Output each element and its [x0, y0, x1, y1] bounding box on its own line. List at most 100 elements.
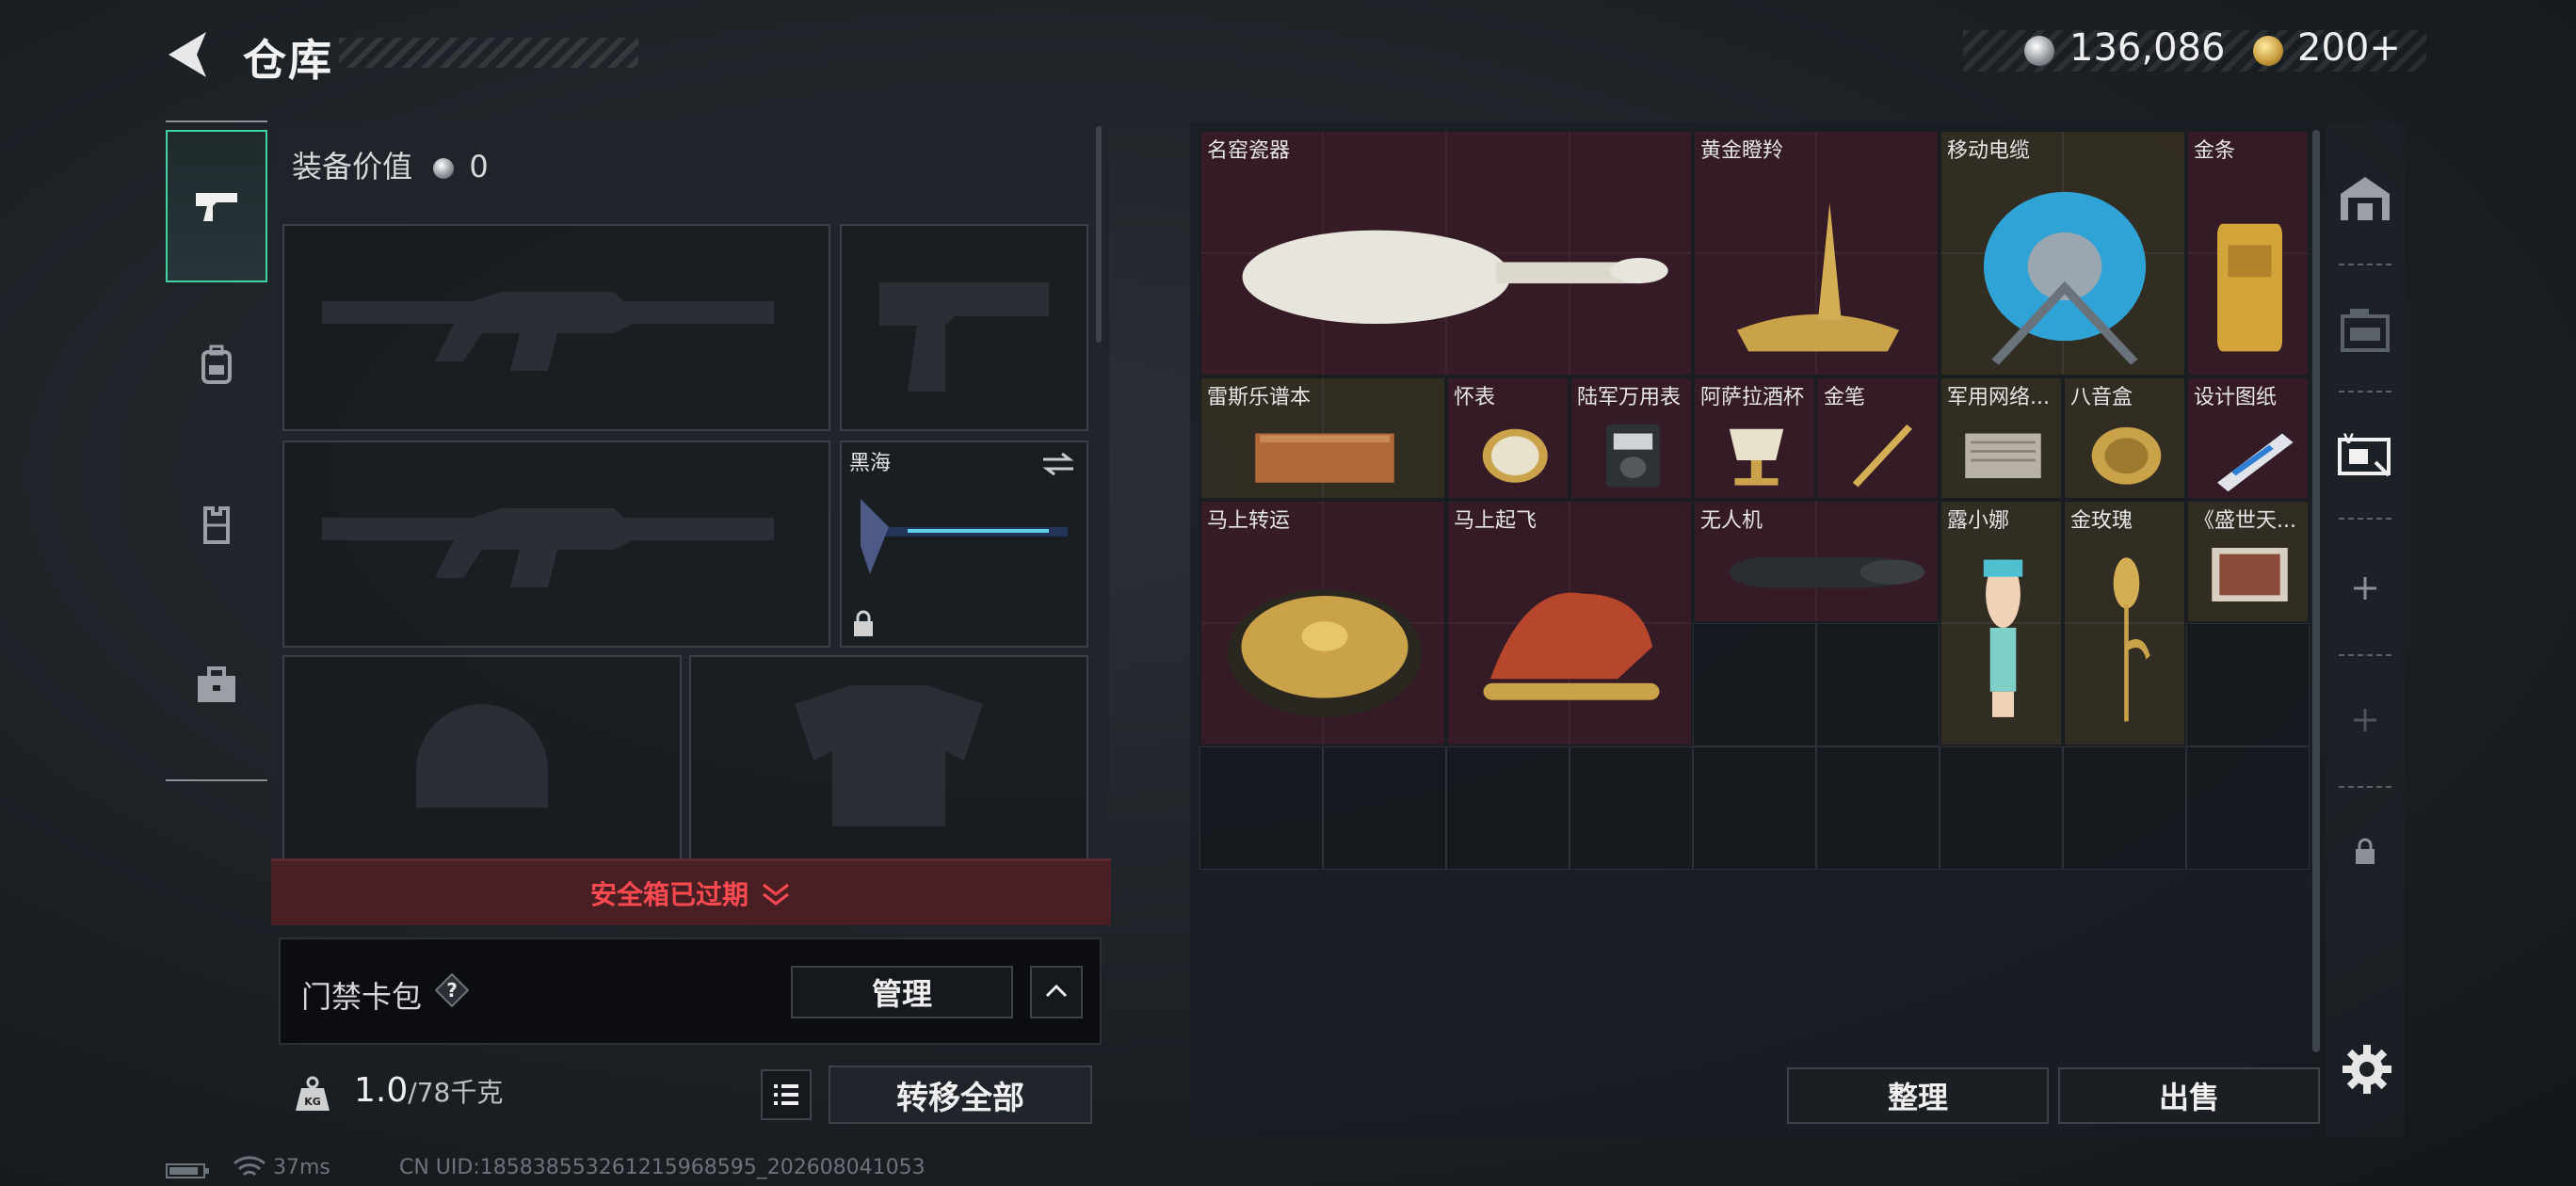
- collapse-button[interactable]: [1030, 966, 1083, 1018]
- helmet-silhouette-icon: [416, 704, 548, 808]
- melee-slot-name: 黑海: [849, 452, 892, 475]
- plus-icon: [2354, 577, 2376, 600]
- storage-item[interactable]: 怀表: [1446, 377, 1570, 500]
- storage-item[interactable]: 金条: [2186, 130, 2310, 377]
- sort-button[interactable]: 整理: [1787, 1067, 2049, 1124]
- grid-cell[interactable]: [1816, 746, 1940, 870]
- settings-button[interactable]: [2339, 1041, 2395, 1098]
- pistol-icon: [196, 193, 237, 221]
- title-decoration: [339, 38, 638, 68]
- weight-bar: KG 1.0/78千克 转移全部: [279, 1054, 1109, 1133]
- storage-item-name: 马上起飞: [1454, 509, 1538, 533]
- grid-cell[interactable]: [1693, 623, 1816, 746]
- melee-slot[interactable]: 黑海: [840, 441, 1088, 648]
- painting-icon: [2212, 548, 2288, 601]
- blueprint-icon: [2217, 433, 2294, 492]
- storage-item-name: 陆军万用表: [1577, 386, 1682, 409]
- storage-item[interactable]: 黄金瞪羚: [1693, 130, 1940, 377]
- storage-item[interactable]: 无人机: [1693, 500, 1940, 623]
- storage-item-name: 移动电缆: [1947, 139, 2031, 163]
- storage-item-name: 马上转运: [1207, 509, 1291, 533]
- swap-icon[interactable]: [1039, 450, 1077, 478]
- locked-storage-tab[interactable]: [2326, 795, 2405, 908]
- storage-item-name: 金条: [2194, 139, 2236, 163]
- pocket-watch-icon: [1482, 428, 1548, 483]
- storage-item[interactable]: 军用网络...: [1940, 377, 2063, 500]
- porcelain-vase-icon: [1242, 230, 1668, 325]
- safebox-expired-banner[interactable]: 安全箱已过期: [271, 858, 1111, 925]
- nav-backpack-tab[interactable]: [166, 290, 267, 441]
- drone-icon: [1730, 556, 1925, 588]
- weight-current: 1.0: [354, 1071, 409, 1110]
- storage-item[interactable]: 雷斯乐谱本: [1199, 377, 1446, 500]
- storage-item-name: 名窑瓷器: [1207, 139, 1291, 163]
- storage-item[interactable]: 金笔: [1816, 377, 1940, 500]
- nav-weapons-tab[interactable]: [166, 130, 267, 282]
- sidearm-slot[interactable]: [840, 224, 1088, 431]
- secondary-weapon-slot[interactable]: [282, 441, 830, 648]
- weight-max: /78千克: [408, 1077, 504, 1108]
- briefcase-icon: [198, 666, 235, 702]
- grid-cell[interactable]: [2186, 746, 2310, 870]
- storage-item[interactable]: 设计图纸: [2186, 377, 2310, 500]
- warehouse-icon: [2341, 177, 2390, 220]
- help-icon[interactable]: ?: [435, 973, 469, 1007]
- storage-tab-3[interactable]: V: [2326, 400, 2405, 513]
- grid-cell[interactable]: [1816, 623, 1940, 746]
- storage-item[interactable]: 八音盒: [2063, 377, 2186, 500]
- svg-text:KG: KG: [304, 1096, 321, 1108]
- storage-item[interactable]: 《盛世天...: [2186, 500, 2310, 623]
- manage-button[interactable]: 管理: [791, 966, 1013, 1018]
- silver-amount: 136,086: [2069, 26, 2226, 70]
- storage-item-name: 金玫瑰: [2070, 509, 2133, 533]
- storage-item[interactable]: 移动电缆: [1940, 130, 2186, 377]
- transfer-all-button[interactable]: 转移全部: [829, 1066, 1092, 1124]
- sell-button[interactable]: 出售: [2058, 1067, 2320, 1124]
- storage-scrollbar[interactable]: [2312, 130, 2320, 1052]
- list-view-button[interactable]: [761, 1069, 812, 1120]
- nav-vest-tab[interactable]: [166, 450, 267, 601]
- add-storage-button[interactable]: [2326, 532, 2405, 645]
- grid-cell[interactable]: [1323, 746, 1446, 870]
- storage-tab-2[interactable]: [2326, 273, 2405, 386]
- backpack-icon: [201, 345, 232, 384]
- storage-item-name: 设计图纸: [2194, 386, 2278, 409]
- storage-item[interactable]: 露小娜: [1940, 500, 2063, 746]
- golden-gazelle-icon: [1736, 202, 1900, 352]
- storage-item[interactable]: 名窑瓷器: [1199, 130, 1693, 377]
- pistol-silhouette-icon: [879, 282, 1049, 392]
- helmet-slot[interactable]: [282, 655, 682, 862]
- shelf-icon: [2341, 309, 2390, 352]
- grid-cell[interactable]: [1693, 746, 1816, 870]
- battery-icon: [166, 1163, 209, 1178]
- loadout-nav: [166, 120, 267, 781]
- storage-item[interactable]: 金玫瑰: [2063, 500, 2186, 746]
- back-button[interactable]: [165, 28, 212, 81]
- storage-item[interactable]: 马上转运: [1199, 500, 1446, 746]
- pickaxe-icon: [861, 499, 1068, 574]
- storage-tabs: V: [2326, 122, 2405, 1137]
- storage-item[interactable]: 陆军万用表: [1570, 377, 1693, 500]
- grid-cell[interactable]: [2186, 623, 2310, 746]
- storage-item[interactable]: 阿萨拉酒杯: [1693, 377, 1816, 500]
- grid-cell[interactable]: [2063, 746, 2186, 870]
- keycard-bag-row: 门禁卡包 ? 管理: [279, 938, 1102, 1045]
- back-arrow-icon: [169, 32, 206, 77]
- storage-item-name: 雷斯乐谱本: [1207, 386, 1312, 409]
- add-storage-button-2[interactable]: [2326, 664, 2405, 777]
- lock-icon: [2356, 838, 2375, 864]
- user-uid: CN UID:185838553261215968595_20260804105…: [399, 1156, 926, 1179]
- storage-item[interactable]: 马上起飞: [1446, 500, 1693, 746]
- nav-case-tab[interactable]: [166, 610, 267, 761]
- network-module-icon: [1965, 433, 2041, 478]
- equipment-scrollbar[interactable]: [1096, 126, 1102, 343]
- grid-cell[interactable]: [1199, 746, 1323, 870]
- grid-cell[interactable]: [1446, 746, 1570, 870]
- grid-cell[interactable]: [1940, 746, 2063, 870]
- armor-slot[interactable]: [689, 655, 1088, 862]
- page-title: 仓库: [243, 35, 333, 86]
- gold-amount[interactable]: 200+: [2297, 26, 2401, 70]
- storage-tab-1[interactable]: [2326, 141, 2405, 254]
- primary-weapon-slot[interactable]: [282, 224, 830, 431]
- grid-cell[interactable]: [1570, 746, 1693, 870]
